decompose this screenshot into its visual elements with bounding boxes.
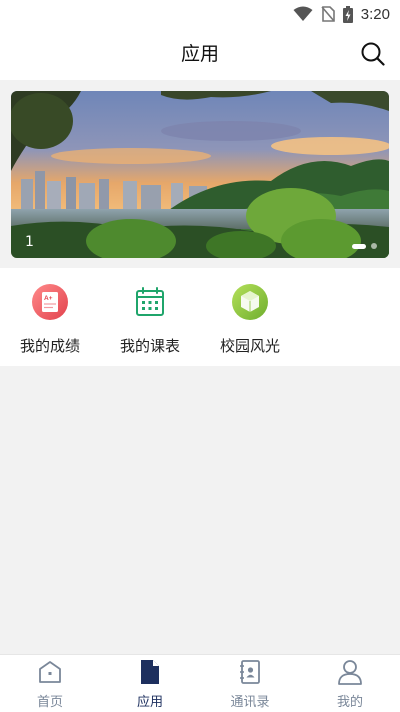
- app-label: 我的课表: [119, 337, 180, 355]
- app-item-campus-scenery[interactable]: 校园风光: [200, 268, 300, 366]
- user-icon: [338, 660, 362, 685]
- home-icon: [39, 661, 61, 683]
- banner-indicator: [352, 243, 377, 249]
- contacts-book-icon: [240, 660, 260, 684]
- campus-landscape-image: [11, 91, 389, 258]
- campus-cube-icon: [232, 284, 268, 320]
- svg-text:A+: A+: [44, 295, 53, 302]
- banner-dot-active[interactable]: [352, 243, 366, 249]
- document-icon: [141, 660, 159, 684]
- battery-charging-icon: [342, 5, 353, 23]
- app-bar: 应用: [0, 28, 400, 80]
- tab-label: 我的: [336, 695, 363, 710]
- banner-section: 1: [0, 80, 400, 268]
- no-sim-icon: [321, 6, 335, 22]
- wifi-icon: [293, 6, 313, 21]
- page-title: 应用: [180, 43, 219, 65]
- tab-contacts[interactable]: 通讯录: [200, 655, 300, 712]
- banner-carousel[interactable]: 1: [11, 91, 389, 258]
- banner-dot[interactable]: [371, 243, 377, 249]
- app-label: 我的成绩: [19, 337, 80, 355]
- app-grid: A+ 我的成绩 我的课表 校园风光: [0, 268, 400, 366]
- status-bar: 3:20: [0, 0, 400, 28]
- app-item-my-grades[interactable]: A+ 我的成绩: [0, 268, 100, 366]
- tab-mine[interactable]: 我的: [300, 655, 400, 712]
- tab-home[interactable]: 首页: [0, 655, 100, 712]
- bottom-tab-bar: 首页 应用 通讯录 我的: [0, 654, 400, 712]
- search-icon[interactable]: [360, 41, 386, 67]
- app-item-my-schedule[interactable]: 我的课表: [100, 268, 200, 366]
- banner-page-number: 1: [25, 234, 34, 250]
- tab-label: 首页: [36, 695, 63, 710]
- tab-label: 通讯录: [230, 695, 270, 710]
- status-time: 3:20: [360, 5, 390, 23]
- app-label: 校园风光: [219, 337, 280, 355]
- grade-report-icon: A+: [32, 284, 68, 320]
- calendar-icon: [136, 287, 164, 316]
- tab-apps[interactable]: 应用: [100, 655, 200, 712]
- tab-label: 应用: [136, 695, 163, 710]
